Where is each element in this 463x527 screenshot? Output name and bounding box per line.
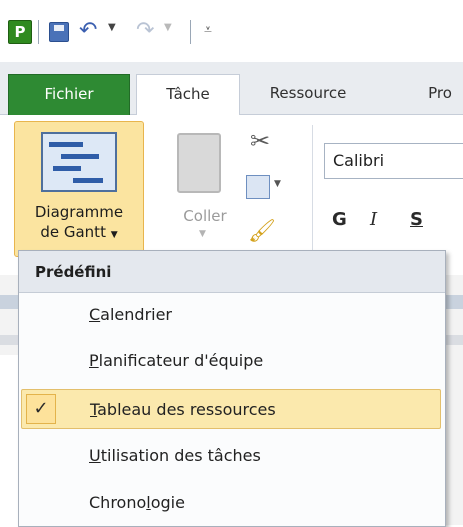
menu-item-resource-sheet[interactable]: ✓ Tableau des ressources [21,389,441,429]
group-separator [312,125,313,265]
toolbar-separator [38,20,39,44]
save-icon[interactable] [49,22,69,42]
menu-item-team-planner[interactable]: Planificateur d'équipe [21,341,441,381]
gantt-chart-label: Diagramme de Gantt ▼ [34,203,124,241]
menu-item-label: Chronologie [89,493,185,512]
underline-button[interactable]: S [410,209,423,230]
undo-dropdown-icon[interactable]: ▼ [108,22,116,33]
menu-item-label: Calendrier [89,305,173,324]
paste-label: Coller [183,207,227,225]
font-name-field[interactable]: Calibri [324,143,463,179]
clipboard-icon [177,133,221,193]
bold-button[interactable]: G [332,209,347,230]
toolbar-separator [190,20,191,44]
ribbon-tabs: Fichier Tâche Ressource Pro [0,62,463,116]
redo-dropdown-icon[interactable]: ▼ [164,22,172,33]
menu-item-label: Planificateur d'équipe [89,351,264,370]
project-icon[interactable]: P [8,20,32,44]
cut-icon[interactable]: ✂ [250,127,270,155]
gantt-views-menu: Prédéfini Calendrier Planificateur d'équ… [18,250,446,527]
menu-item-calendar[interactable]: Calendrier [21,295,441,335]
format-painter-icon[interactable]: 🖌 [248,219,276,244]
italic-button[interactable]: I [370,209,377,230]
tab-project[interactable]: Pro [400,74,463,114]
menu-item-task-usage[interactable]: Utilisation des tâches [21,436,441,476]
menu-item-label: Tableau des ressources [90,400,276,419]
tab-resource[interactable]: Ressource [246,74,370,114]
menu-item-label: Utilisation des tâches [89,446,261,465]
tab-file[interactable]: Fichier [8,74,130,115]
paste-button[interactable]: Coller ▼ [165,121,245,255]
chevron-down-icon: ▼ [199,229,206,239]
quick-access-toolbar: P ↶ ▼ ↷ ▼ ⩡ [0,0,463,62]
tab-task[interactable]: Tâche [136,74,240,116]
customize-toolbar-icon[interactable]: ⩡ [204,22,212,38]
copy-dropdown-icon[interactable]: ▼ [274,179,281,189]
menu-item-timeline[interactable]: Chronologie [21,483,441,523]
gantt-chart-button[interactable]: Diagramme de Gantt ▼ [14,121,144,257]
menu-header: Prédéfini [19,251,445,293]
undo-icon[interactable]: ↶ [79,18,97,43]
copy-icon[interactable] [246,175,270,199]
gantt-chart-icon [41,132,117,192]
redo-icon[interactable]: ↷ [136,18,154,43]
check-icon: ✓ [26,394,56,424]
chevron-down-icon: ▼ [110,230,118,240]
